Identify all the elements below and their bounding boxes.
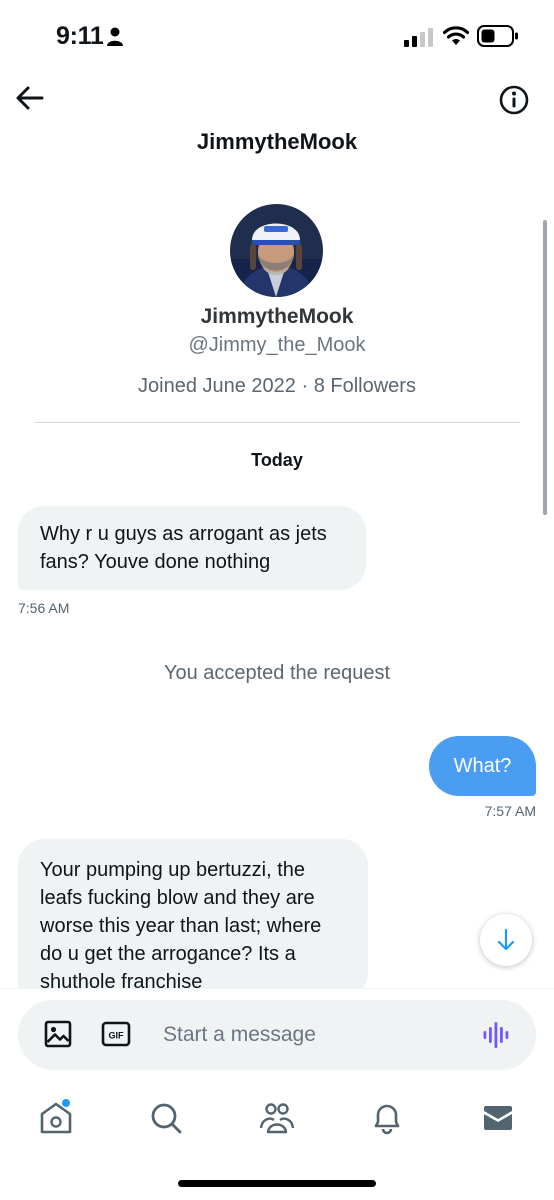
message-text: What?: [453, 755, 512, 777]
profile-handle: @Jimmy_the_Mook: [188, 334, 366, 356]
communities-icon[interactable]: [257, 1098, 297, 1138]
conversation-title: JimmytheMook: [196, 129, 358, 154]
notifications-icon[interactable]: [367, 1098, 407, 1138]
outgoing-message-bubble[interactable]: What?: [429, 736, 536, 796]
cellular-signal-icon: [404, 28, 433, 47]
image-icon[interactable]: [44, 1020, 72, 1048]
messages-icon[interactable]: [478, 1098, 518, 1138]
status-bar: 9:11: [0, 0, 554, 70]
voice-message-icon[interactable]: [482, 1020, 512, 1050]
home-indicator[interactable]: [178, 1180, 376, 1187]
incoming-message-bubble[interactable]: Your pumping up bertuzzi, the leafs fuck…: [18, 839, 368, 999]
gif-icon[interactable]: GIF: [101, 1020, 131, 1048]
battery-icon: [477, 25, 518, 47]
back-arrow-icon[interactable]: [14, 82, 46, 114]
message-text: Your pumping up bertuzzi, the leafs fuck…: [40, 859, 322, 993]
svg-text:GIF: GIF: [109, 1031, 125, 1041]
info-icon[interactable]: [498, 84, 530, 116]
message-input[interactable]: [163, 1020, 463, 1050]
scroll-to-bottom-button[interactable]: [480, 914, 532, 966]
divider: [34, 422, 520, 423]
wifi-icon: [443, 26, 469, 45]
profile-name[interactable]: JimmytheMook: [0, 305, 554, 329]
avatar[interactable]: [230, 204, 323, 297]
message-timestamp: 7:57 AM: [484, 803, 536, 819]
scrollbar[interactable]: [543, 220, 547, 515]
date-separator: Today: [251, 450, 303, 470]
person-icon: [107, 27, 123, 46]
profile-join-followers: Joined June 2022 · 8 Followers: [138, 375, 416, 397]
message-timestamp: 7:56 AM: [18, 600, 70, 616]
system-message: You accepted the request: [163, 662, 391, 684]
status-time: 9:11: [56, 22, 104, 50]
incoming-message-bubble[interactable]: Why r u guys as arrogant as jets fans? Y…: [18, 506, 366, 590]
search-icon[interactable]: [146, 1098, 186, 1138]
home-icon[interactable]: [36, 1098, 76, 1138]
arrow-down-icon: [497, 928, 515, 951]
message-text: Why r u guys as arrogant as jets fans? Y…: [40, 523, 327, 573]
